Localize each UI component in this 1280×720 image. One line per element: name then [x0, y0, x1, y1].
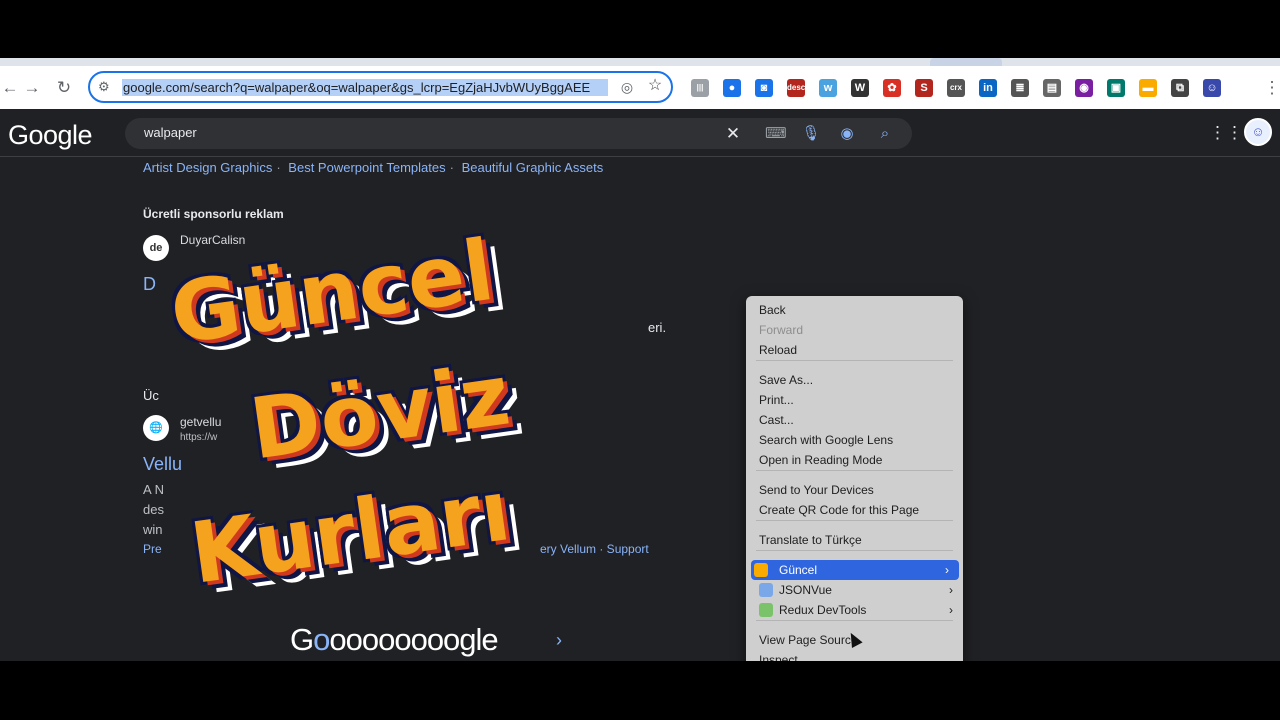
menu-item-label: View Page Source [759, 633, 858, 647]
purple-ext-icon[interactable]: ◉ [1075, 79, 1093, 97]
keyboard-icon[interactable]: ⌨ [765, 124, 787, 144]
redux-devtools-icon [759, 603, 773, 617]
jsonvue-icon [759, 583, 773, 597]
menu-item-label: Search with Google Lens [759, 433, 894, 447]
menu-divider [756, 520, 953, 521]
desc-ext-icon[interactable]: desc [787, 79, 805, 97]
menu-item-print[interactable]: Print... [746, 390, 963, 410]
google-logo[interactable]: Google [8, 120, 93, 151]
g-ncel-icon [754, 563, 768, 577]
clear-search-icon[interactable]: ✕ [723, 124, 743, 144]
browser-toolbar: ← → ↻ ⚙ google.com/search?q=walpaper&oq=… [0, 66, 1280, 109]
search-query[interactable]: walpaper [144, 125, 197, 140]
browser-menu-icon[interactable]: ⋮ [1262, 78, 1280, 98]
submenu-chevron-icon: › [945, 563, 949, 577]
profile-ext-icon[interactable]: ☺ [1203, 79, 1221, 97]
teal-ext-icon[interactable]: ▣ [1107, 79, 1125, 97]
menu-item-label: JSONVue [779, 583, 832, 597]
screenshot-ext-icon[interactable]: ◙ [755, 79, 773, 97]
tab-hint[interactable] [930, 58, 1002, 66]
barcode-ext-icon[interactable]: ||| [691, 79, 709, 97]
video-frame: ← → ↻ ⚙ google.com/search?q=walpaper&oq=… [0, 0, 1280, 720]
site-settings-icon[interactable]: ⚙ [98, 79, 114, 95]
menu-item-label: Cast... [759, 413, 794, 427]
s-ext-icon[interactable]: S [915, 79, 933, 97]
doc-ext-icon[interactable]: ▤ [1043, 79, 1061, 97]
menu-item-label: Save As... [759, 373, 814, 387]
menu-item-translate-to-t-rk-e[interactable]: Translate to Türkçe [746, 530, 963, 550]
url-text[interactable]: google.com/search?q=walpaper&oq=walpaper… [122, 79, 608, 96]
menu-item-forward[interactable]: Forward [746, 320, 963, 340]
submenu-chevron-icon: › [949, 603, 953, 617]
apps-grid-icon[interactable]: ⋮⋮ [1209, 123, 1243, 143]
menu-divider [756, 470, 953, 471]
menu-item-search-with-google-lens[interactable]: Search with Google Lens [746, 430, 963, 450]
menu-divider [756, 620, 953, 621]
menu-item-label: Create QR Code for this Page [759, 503, 920, 517]
menu-item-label: Back [759, 303, 786, 317]
menu-divider [756, 550, 953, 551]
menu-divider [756, 360, 953, 361]
related-link[interactable]: Best Powerpoint Templates [288, 160, 445, 175]
header-divider [0, 156, 1280, 157]
menu-item-create-qr-code-for-this-page[interactable]: Create QR Code for this Page [746, 500, 963, 520]
menu-item-label: Güncel [779, 563, 818, 577]
puzzle-ext-icon[interactable]: ⧉ [1171, 79, 1189, 97]
overlay-line-3: Kurları [184, 461, 516, 603]
menu-item-reload[interactable]: Reload [746, 340, 963, 360]
menu-item-save-as[interactable]: Save As... [746, 370, 963, 390]
tab-strip [0, 58, 1280, 66]
menu-item-back[interactable]: Back [746, 300, 963, 320]
crx-ext-icon[interactable]: crx [947, 79, 965, 97]
overlay-line-1: Güncel [164, 220, 500, 364]
overlay-line-2: Döviz [244, 345, 516, 479]
menu-item-redux-devtools[interactable]: Redux DevTools › [746, 600, 963, 620]
blue-circle-ext-icon[interactable]: ● [723, 79, 741, 97]
back-icon[interactable]: ← [0, 78, 20, 98]
lens-icon[interactable]: ◎ [618, 78, 636, 96]
related-link[interactable]: Artist Design Graphics [143, 160, 272, 175]
yellow-ext-icon[interactable]: ▬ [1139, 79, 1157, 97]
image-search-icon[interactable]: ◉ [837, 124, 857, 144]
browser-window: ← → ↻ ⚙ google.com/search?q=walpaper&oq=… [0, 58, 1280, 661]
menu-item-label: Reload [759, 343, 798, 357]
menu-item-cast[interactable]: Cast... [746, 410, 963, 430]
menu-item-send-to-your-devices[interactable]: Send to Your Devices [746, 480, 963, 500]
menu-item-label: Open in Reading Mode [759, 453, 883, 467]
forward-icon[interactable]: → [22, 78, 42, 98]
wordpress-ext-icon[interactable]: W [851, 79, 869, 97]
menu-item-label: Translate to Türkçe [759, 533, 862, 547]
address-bar[interactable]: ⚙ google.com/search?q=walpaper&oq=walpap… [88, 71, 673, 103]
related-link[interactable]: Beautiful Graphic Assets [462, 160, 604, 175]
search-input[interactable]: walpaper ✕ ⌨ 🎙 ◉ ⌕ [125, 118, 912, 149]
color-wheel-ext-icon[interactable]: ✿ [883, 79, 901, 97]
bookmark-star-icon[interactable]: ☆ [646, 77, 664, 95]
avatar[interactable]: ☺ [1244, 118, 1272, 146]
menu-item-label: Redux DevTools [779, 603, 867, 617]
reader-ext-icon[interactable]: ≣ [1011, 79, 1029, 97]
reload-icon[interactable]: ↻ [54, 78, 74, 98]
w-ext-icon[interactable]: w [819, 79, 837, 97]
context-menu: Back Forward Reload Save As... Print... Cast.… [746, 296, 963, 661]
menu-item-label: Print... [759, 393, 794, 407]
voice-search-icon[interactable]: 🎙 [801, 124, 821, 144]
title-overlay: Güncel Döviz Kurları [130, 203, 750, 661]
menu-item-inspect[interactable]: Inspect [746, 650, 963, 661]
menu-item-label: Inspect [759, 653, 798, 661]
menu-item-open-in-reading-mode[interactable]: Open in Reading Mode [746, 450, 963, 470]
linkedin-ext-icon[interactable]: in [979, 79, 997, 97]
menu-item-label: Forward [759, 323, 804, 337]
menu-item-g-ncel[interactable]: Güncel › [751, 560, 959, 580]
submenu-chevron-icon: › [949, 583, 953, 597]
related-searches: Artist Design Graphics · Best Powerpoint … [143, 160, 604, 175]
menu-item-label: Send to Your Devices [759, 483, 874, 497]
search-icon[interactable]: ⌕ [875, 124, 895, 144]
menu-item-jsonvue[interactable]: JSONVue › [746, 580, 963, 600]
